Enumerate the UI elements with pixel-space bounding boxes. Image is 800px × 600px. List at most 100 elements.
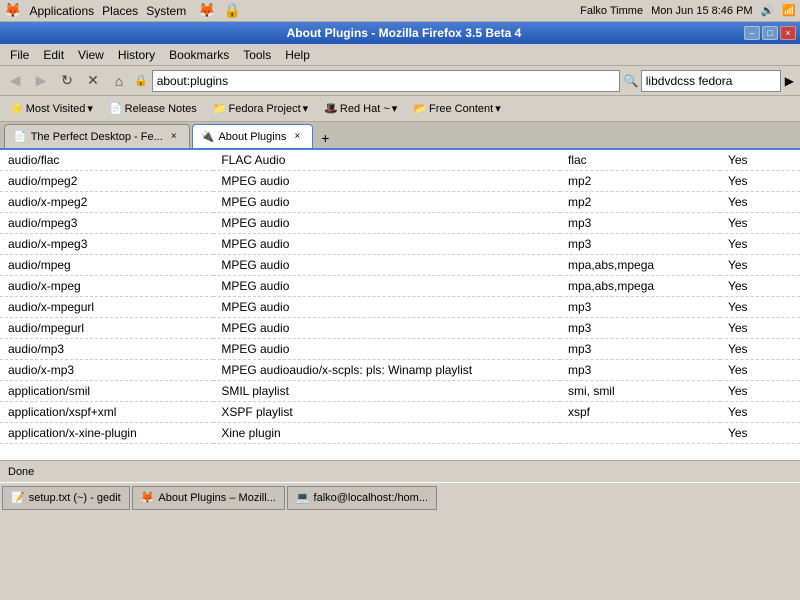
suffix-cell xyxy=(560,423,720,444)
bookmark-most-visited[interactable]: ⭐ Most Visited ▾ xyxy=(4,100,99,117)
fedora-icon: 📁 xyxy=(213,102,227,115)
firefox-taskbar-icon: 🦊 xyxy=(141,491,155,504)
bookmark-label: Free Content xyxy=(429,103,493,115)
search-input[interactable] xyxy=(641,70,781,92)
forward-button[interactable]: ▶ xyxy=(30,70,52,92)
taskbar-terminal[interactable]: 💻 falko@localhost:/hom... xyxy=(287,486,437,510)
menu-bookmarks[interactable]: Bookmarks xyxy=(163,46,235,64)
chevron-down-icon: ▾ xyxy=(87,102,93,115)
suffix-cell: mpa,abs,mpega xyxy=(560,276,720,297)
title-bar: About Plugins - Mozilla Firefox 3.5 Beta… xyxy=(0,22,800,44)
description-cell: Xine plugin xyxy=(213,423,560,444)
tab-favicon: 🔌 xyxy=(201,130,215,143)
minimize-button[interactable]: – xyxy=(744,26,760,40)
menu-help[interactable]: Help xyxy=(279,46,316,64)
table-row: audio/x-mpeg3 MPEG audio mp3 Yes xyxy=(0,234,800,255)
taskbar-label: setup.txt (~) - gedit xyxy=(29,492,121,504)
description-cell: MPEG audio xyxy=(213,297,560,318)
new-tab-button[interactable]: + xyxy=(315,128,335,148)
window-title: About Plugins - Mozilla Firefox 3.5 Beta… xyxy=(64,26,744,40)
suffix-cell: xspf xyxy=(560,402,720,423)
menu-file[interactable]: File xyxy=(4,46,35,64)
tab-close-button[interactable]: × xyxy=(290,130,304,144)
bookmark-label: Most Visited xyxy=(26,103,86,115)
description-cell: MPEG audio xyxy=(213,192,560,213)
address-bar: 🔒 xyxy=(134,70,620,92)
suffix-cell: mp3 xyxy=(560,213,720,234)
description-cell: MPEG audio xyxy=(213,171,560,192)
address-input[interactable] xyxy=(152,70,620,92)
page-icon: 📄 xyxy=(109,102,123,115)
suffix-cell: mp3 xyxy=(560,318,720,339)
menu-edit[interactable]: Edit xyxy=(37,46,70,64)
bookmark-free-content[interactable]: 📂 Free Content ▾ xyxy=(407,100,506,117)
search-engine-icon: 🔍 xyxy=(624,74,639,88)
table-row: audio/x-mpeg2 MPEG audio mp2 Yes xyxy=(0,192,800,213)
suffix-cell: mp3 xyxy=(560,339,720,360)
mime-type-cell: application/smil xyxy=(0,381,213,402)
enabled-cell: Yes xyxy=(720,192,800,213)
bookmark-red-hat[interactable]: 🎩 Red Hat ~ ▾ xyxy=(318,100,403,117)
tab-about-plugins[interactable]: 🔌 About Plugins × xyxy=(192,124,314,148)
firefox-logo-icon: 🦊 xyxy=(4,2,21,19)
chevron-down-icon: ▾ xyxy=(303,102,309,115)
mime-type-cell: audio/flac xyxy=(0,150,213,171)
tab-title: The Perfect Desktop - Fe... xyxy=(31,131,163,143)
enabled-cell: Yes xyxy=(720,339,800,360)
tab-close-button[interactable]: × xyxy=(167,130,181,144)
description-cell: MPEG audio xyxy=(213,276,560,297)
suffix-cell: flac xyxy=(560,150,720,171)
taskbar-label: falko@localhost:/hom... xyxy=(314,492,429,504)
mime-type-cell: audio/x-mpeg3 xyxy=(0,234,213,255)
bookmarks-bar: ⭐ Most Visited ▾ 📄 Release Notes 📁 Fedor… xyxy=(0,96,800,122)
stop-button[interactable]: ✕ xyxy=(82,70,104,92)
table-row: audio/mpeg MPEG audio mpa,abs,mpega Yes xyxy=(0,255,800,276)
menu-history[interactable]: History xyxy=(112,46,161,64)
firefox-icon: 🦊 xyxy=(198,2,215,19)
enabled-cell: Yes xyxy=(720,171,800,192)
enabled-cell: Yes xyxy=(720,360,800,381)
places-menu[interactable]: Places xyxy=(102,4,138,18)
chevron-down-icon: ▾ xyxy=(392,102,398,115)
bookmark-release-notes[interactable]: 📄 Release Notes xyxy=(103,100,203,117)
search-go-icon[interactable]: ▶ xyxy=(783,72,796,90)
suffix-cell: mp3 xyxy=(560,297,720,318)
description-cell: MPEG audio xyxy=(213,255,560,276)
mime-type-cell: audio/x-mpeg xyxy=(0,276,213,297)
taskbar-label: About Plugins – Mozill... xyxy=(158,492,275,504)
taskbar-gedit[interactable]: 📝 setup.txt (~) - gedit xyxy=(2,486,130,510)
battery-icon: 🔊 xyxy=(761,4,775,17)
mime-type-cell: audio/x-mpegurl xyxy=(0,297,213,318)
taskbar: 📝 setup.txt (~) - gedit 🦊 About Plugins … xyxy=(0,482,800,512)
bookmark-label: Release Notes xyxy=(125,103,197,115)
tab-perfect-desktop[interactable]: 📄 The Perfect Desktop - Fe... × xyxy=(4,124,190,148)
enabled-cell: Yes xyxy=(720,423,800,444)
gedit-icon: 📝 xyxy=(11,491,25,504)
system-menu[interactable]: System xyxy=(146,4,186,18)
back-button[interactable]: ◀ xyxy=(4,70,26,92)
star-icon: ⭐ xyxy=(10,102,24,115)
tab-favicon: 📄 xyxy=(13,130,27,143)
reload-button[interactable]: ↻ xyxy=(56,70,78,92)
other-icon: 🔒 xyxy=(224,2,241,19)
close-button[interactable]: × xyxy=(780,26,796,40)
mime-type-cell: audio/x-mpeg2 xyxy=(0,192,213,213)
system-bar: 🦊 Applications Places System 🦊 🔒 Falko T… xyxy=(0,0,800,22)
chevron-down-icon: ▾ xyxy=(495,102,501,115)
taskbar-firefox[interactable]: 🦊 About Plugins – Mozill... xyxy=(132,486,285,510)
table-row: audio/mp3 MPEG audio mp3 Yes xyxy=(0,339,800,360)
bookmark-fedora-project[interactable]: 📁 Fedora Project ▾ xyxy=(207,100,314,117)
menu-view[interactable]: View xyxy=(72,46,110,64)
datetime: Mon Jun 15 8:46 PM xyxy=(651,5,753,17)
maximize-button[interactable]: □ xyxy=(762,26,778,40)
description-cell: FLAC Audio xyxy=(213,150,560,171)
enabled-cell: Yes xyxy=(720,318,800,339)
menu-tools[interactable]: Tools xyxy=(237,46,277,64)
home-button[interactable]: ⌂ xyxy=(108,70,130,92)
mime-type-cell: audio/mpeg xyxy=(0,255,213,276)
network-icon: 📶 xyxy=(782,4,796,17)
suffix-cell: mp2 xyxy=(560,171,720,192)
mime-type-cell: audio/mp3 xyxy=(0,339,213,360)
apps-menu[interactable]: Applications xyxy=(29,4,94,18)
table-row: audio/x-mpeg MPEG audio mpa,abs,mpega Ye… xyxy=(0,276,800,297)
